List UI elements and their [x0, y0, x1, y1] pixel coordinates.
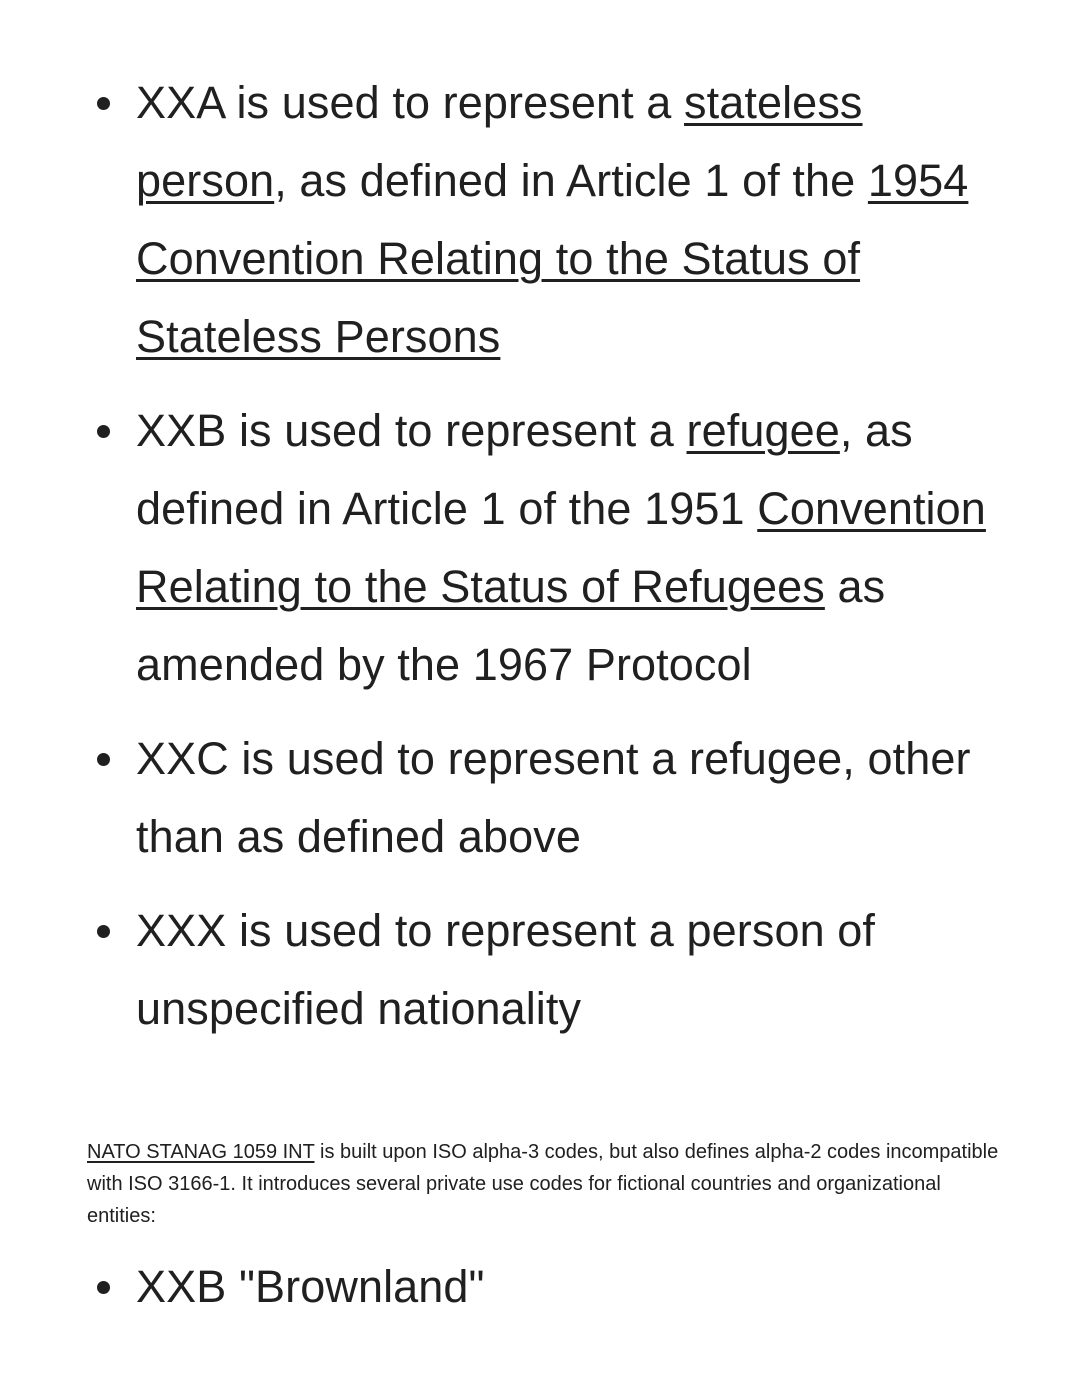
- nato-stanag-paragraph: NATO STANAG 1059 INT is built upon ISO a…: [87, 1136, 1007, 1232]
- link-refugee[interactable]: refugee: [687, 405, 840, 456]
- fictional-codes-list: XXB "Brownland": [0, 1248, 1080, 1326]
- list-item-xxx: XXX is used to represent a person of uns…: [0, 892, 1080, 1048]
- list-item-xxc: XXC is used to represent a refugee, othe…: [0, 720, 1080, 876]
- item-text: XXB "Brownland": [136, 1261, 485, 1312]
- article-page: XXA is used to represent a stateless per…: [0, 0, 1080, 1397]
- list-item-brownland: XXB "Brownland": [0, 1248, 1080, 1326]
- item-text: XXA is used to represent a: [136, 77, 685, 128]
- list-item-xxb: XXB is used to represent a refugee, as d…: [0, 392, 1080, 704]
- item-text: XXX is used to represent a person of uns…: [136, 905, 876, 1034]
- bullet-icon: [97, 1281, 110, 1294]
- item-text: XXB is used to represent a: [136, 405, 687, 456]
- list-item-xxa: XXA is used to represent a stateless per…: [0, 64, 1080, 376]
- bullet-icon: [97, 753, 110, 766]
- item-text: , as defined in Article 1 of the: [274, 155, 868, 206]
- item-text: XXC is used to represent a refugee, othe…: [136, 733, 971, 862]
- link-nato-stanag[interactable]: NATO STANAG 1059 INT: [87, 1141, 314, 1163]
- bullet-icon: [97, 425, 110, 438]
- special-codes-list: XXA is used to represent a stateless per…: [0, 64, 1080, 1048]
- bullet-icon: [97, 925, 110, 938]
- bullet-icon: [97, 97, 110, 110]
